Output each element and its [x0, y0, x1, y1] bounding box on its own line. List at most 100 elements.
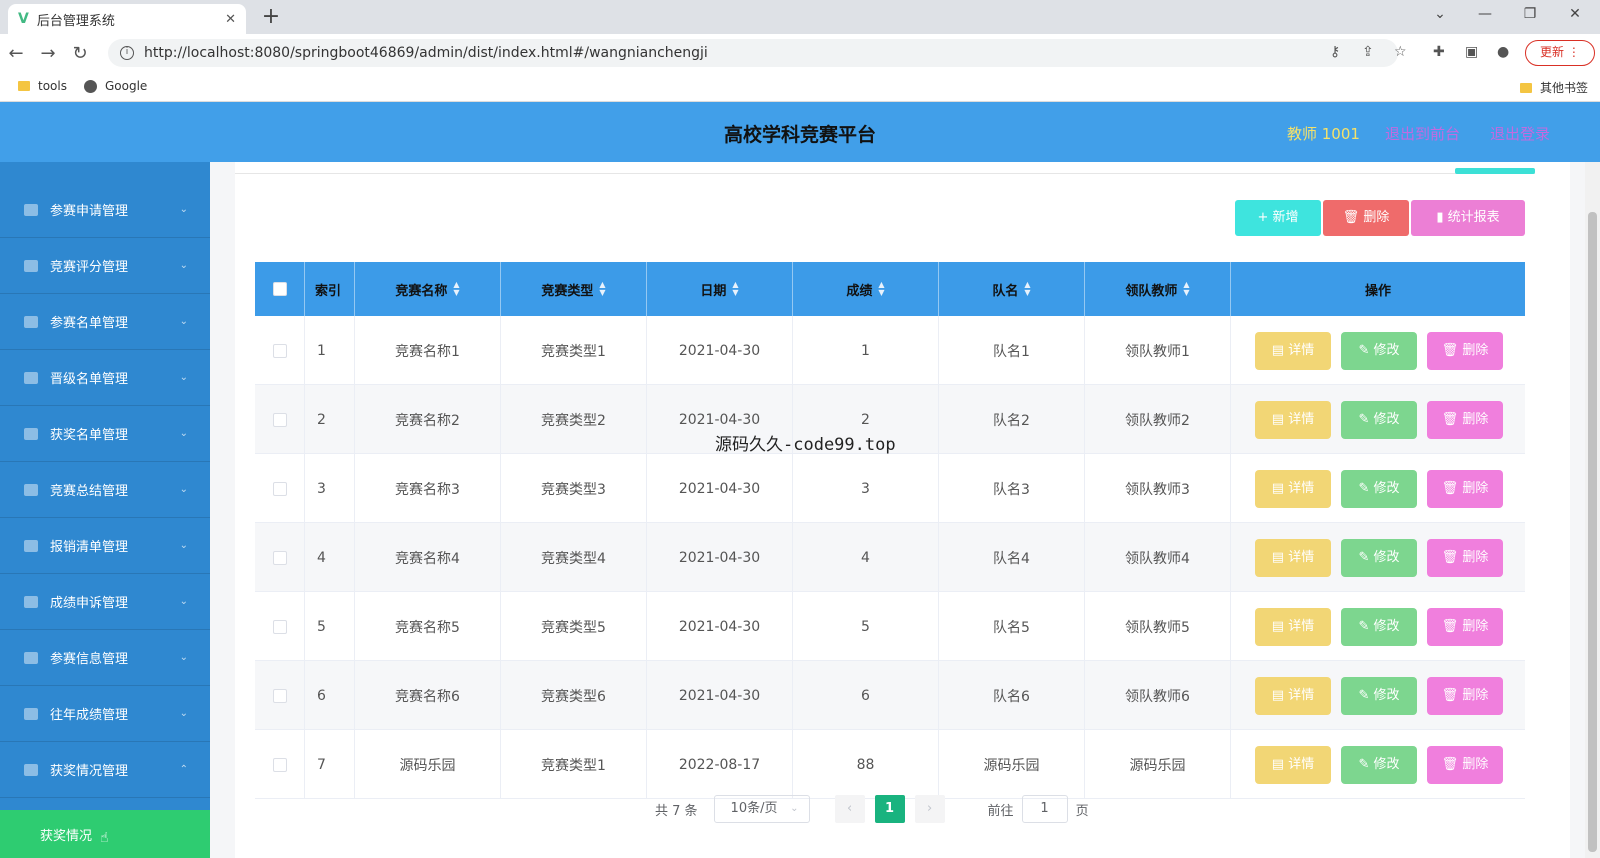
sort-icon[interactable]: ▲ ▼ [1183, 281, 1189, 297]
edit-button[interactable]: ✎ 修改 [1341, 607, 1417, 646]
sidebar-item-reimbursement[interactable]: 报销清单管理 ⌄ [0, 518, 210, 574]
forward-button[interactable]: → [32, 43, 64, 64]
sidebar-item-participants[interactable]: 参赛名单管理 ⌄ [0, 294, 210, 350]
sort-icon[interactable]: ▲ ▼ [453, 281, 459, 297]
sidepanel-icon[interactable]: ▣ [1465, 44, 1478, 60]
menu-item-icon [24, 203, 38, 216]
sort-icon[interactable]: ▲ ▼ [732, 281, 738, 297]
sidebar-item-info[interactable]: 参赛信息管理 ⌄ [0, 630, 210, 686]
sidebar-item-winners[interactable]: 获奖名单管理 ⌄ [0, 406, 210, 462]
edit-button[interactable]: ✎ 修改 [1341, 331, 1417, 370]
row-select[interactable] [255, 661, 305, 730]
edit-button[interactable]: ✎ 修改 [1341, 538, 1417, 577]
info-icon[interactable]: i [120, 46, 134, 60]
update-button[interactable]: 更新 ⋮ [1525, 40, 1595, 66]
sort-icon[interactable]: ▲ ▼ [599, 281, 605, 297]
next-page-button[interactable]: › [914, 795, 945, 823]
row-select[interactable] [255, 730, 305, 799]
puzzle-icon[interactable]: ✚ [1433, 44, 1445, 60]
sidebar-item-promotion[interactable]: 晋级名单管理 ⌄ [0, 350, 210, 406]
bookmark-tools[interactable]: tools [18, 79, 67, 93]
bookmark-other[interactable]: 其他书签 [1520, 79, 1588, 96]
delete-button[interactable]: 🗑 删除 [1427, 745, 1503, 784]
goto-page-input[interactable]: 1 [1021, 795, 1068, 823]
profile-icon[interactable]: ● [1497, 44, 1509, 60]
page-number-current[interactable]: 1 [874, 795, 905, 823]
sidebar-item-summary[interactable]: 竞赛总结管理 ⌄ [0, 462, 210, 518]
document-icon: ▤ [1271, 480, 1285, 496]
delete-button[interactable]: 🗑 删除 [1427, 331, 1503, 370]
bookmark-google[interactable]: Google [84, 79, 147, 93]
detail-button[interactable]: ▤ 详情 [1255, 538, 1331, 577]
browser-tab[interactable]: V 后台管理系统 ✕ [8, 4, 246, 34]
sort-icon[interactable]: ▲ ▼ [878, 281, 884, 297]
row-checkbox[interactable] [272, 481, 287, 496]
row-checkbox[interactable] [272, 757, 287, 772]
cell-teacher: 领队教师5 [1085, 592, 1231, 661]
row-select[interactable] [255, 523, 305, 592]
detail-button[interactable]: ▤ 详情 [1255, 745, 1331, 784]
reload-button[interactable]: ↻ [64, 43, 96, 64]
close-icon[interactable]: ✕ [225, 12, 236, 27]
detail-button[interactable]: ▤ 详情 [1255, 400, 1331, 439]
search-button-edge[interactable] [1455, 168, 1535, 174]
header-score[interactable]: 成绩 ▲ ▼ [793, 262, 939, 316]
sidebar-item-awards[interactable]: 获奖情况管理 ⌃ [0, 742, 210, 798]
detail-button[interactable]: ▤ 详情 [1255, 607, 1331, 646]
header-team[interactable]: 队名 ▲ ▼ [939, 262, 1085, 316]
row-checkbox[interactable] [272, 619, 287, 634]
row-checkbox[interactable] [272, 412, 287, 427]
maximize-button[interactable]: ❐ [1515, 6, 1545, 22]
back-button[interactable]: ← [0, 43, 32, 64]
edit-button[interactable]: ✎ 修改 [1341, 469, 1417, 508]
header-name[interactable]: 竞赛名称 ▲ ▼ [355, 262, 501, 316]
edit-button[interactable]: ✎ 修改 [1341, 676, 1417, 715]
delete-button[interactable]: 🗑 删除 [1427, 400, 1503, 439]
sort-icon[interactable]: ▲ ▼ [1024, 281, 1030, 297]
header-type[interactable]: 竞赛类型 ▲ ▼ [501, 262, 647, 316]
select-all-checkbox[interactable] [272, 282, 287, 296]
logout-link[interactable]: 退出登录 [1490, 123, 1550, 144]
edit-button[interactable]: ✎ 修改 [1341, 400, 1417, 439]
page-size-select[interactable]: 10条/页 ⌄ [713, 795, 810, 823]
row-checkbox[interactable] [272, 343, 287, 358]
scrollbar-thumb[interactable] [1588, 212, 1597, 852]
header-date[interactable]: 日期 ▲ ▼ [647, 262, 793, 316]
share-icon[interactable]: ⇪ [1362, 44, 1374, 60]
address-bar[interactable]: i http://localhost:8080/springboot46869/… [108, 39, 1398, 67]
row-checkbox[interactable] [272, 550, 287, 565]
awards-table: 索引 竞赛名称 ▲ ▼ 竞赛类型 ▲ ▼ 日期 ▲ ▼ 成绩 ▲ ▼ 队名 ▲ ▼ 领队教师 ▲ ▼ 操… [255, 262, 1525, 799]
batch-delete-button[interactable]: 🗑 删除 [1323, 200, 1409, 236]
key-icon[interactable]: ⚷ [1330, 44, 1340, 60]
row-select[interactable] [255, 454, 305, 523]
prev-page-button[interactable]: ‹ [834, 795, 865, 823]
detail-button[interactable]: ▤ 详情 [1255, 469, 1331, 508]
header-teacher[interactable]: 领队教师 ▲ ▼ [1085, 262, 1231, 316]
row-select[interactable] [255, 385, 305, 454]
detail-button[interactable]: ▤ 详情 [1255, 331, 1331, 370]
row-select[interactable] [255, 316, 305, 385]
window-close-button[interactable]: ✕ [1560, 6, 1590, 22]
page-scrollbar[interactable] [1585, 162, 1600, 858]
row-checkbox[interactable] [272, 688, 287, 703]
exit-to-front-link[interactable]: 退出到前台 [1385, 123, 1460, 144]
stats-report-button[interactable]: ▮ 统计报表 [1411, 200, 1525, 236]
sidebar-item-history[interactable]: 往年成绩管理 ⌄ [0, 686, 210, 742]
row-select[interactable] [255, 592, 305, 661]
delete-button[interactable]: 🗑 删除 [1427, 469, 1503, 508]
minimize-button[interactable]: — [1470, 6, 1500, 22]
sidebar-item-application[interactable]: 参赛申请管理 ⌄ [0, 182, 210, 238]
chevron-down-icon[interactable]: ⌄ [1425, 6, 1455, 22]
table-row: 4 竞赛名称4 竞赛类型4 2021-04-30 4 队名4 领队教师4 ▤ 详… [255, 523, 1525, 592]
new-tab-button[interactable]: + [258, 4, 284, 30]
delete-button[interactable]: 🗑 删除 [1427, 538, 1503, 577]
delete-button[interactable]: 🗑 删除 [1427, 676, 1503, 715]
star-icon[interactable]: ☆ [1394, 44, 1407, 60]
header-select-all[interactable] [255, 262, 305, 316]
edit-button[interactable]: ✎ 修改 [1341, 745, 1417, 784]
sidebar-item-appeals[interactable]: 成绩申诉管理 ⌄ [0, 574, 210, 630]
delete-button[interactable]: 🗑 删除 [1427, 607, 1503, 646]
sidebar-item-scoring[interactable]: 竞赛评分管理 ⌄ [0, 238, 210, 294]
add-button[interactable]: + 新增 [1235, 200, 1321, 236]
detail-button[interactable]: ▤ 详情 [1255, 676, 1331, 715]
